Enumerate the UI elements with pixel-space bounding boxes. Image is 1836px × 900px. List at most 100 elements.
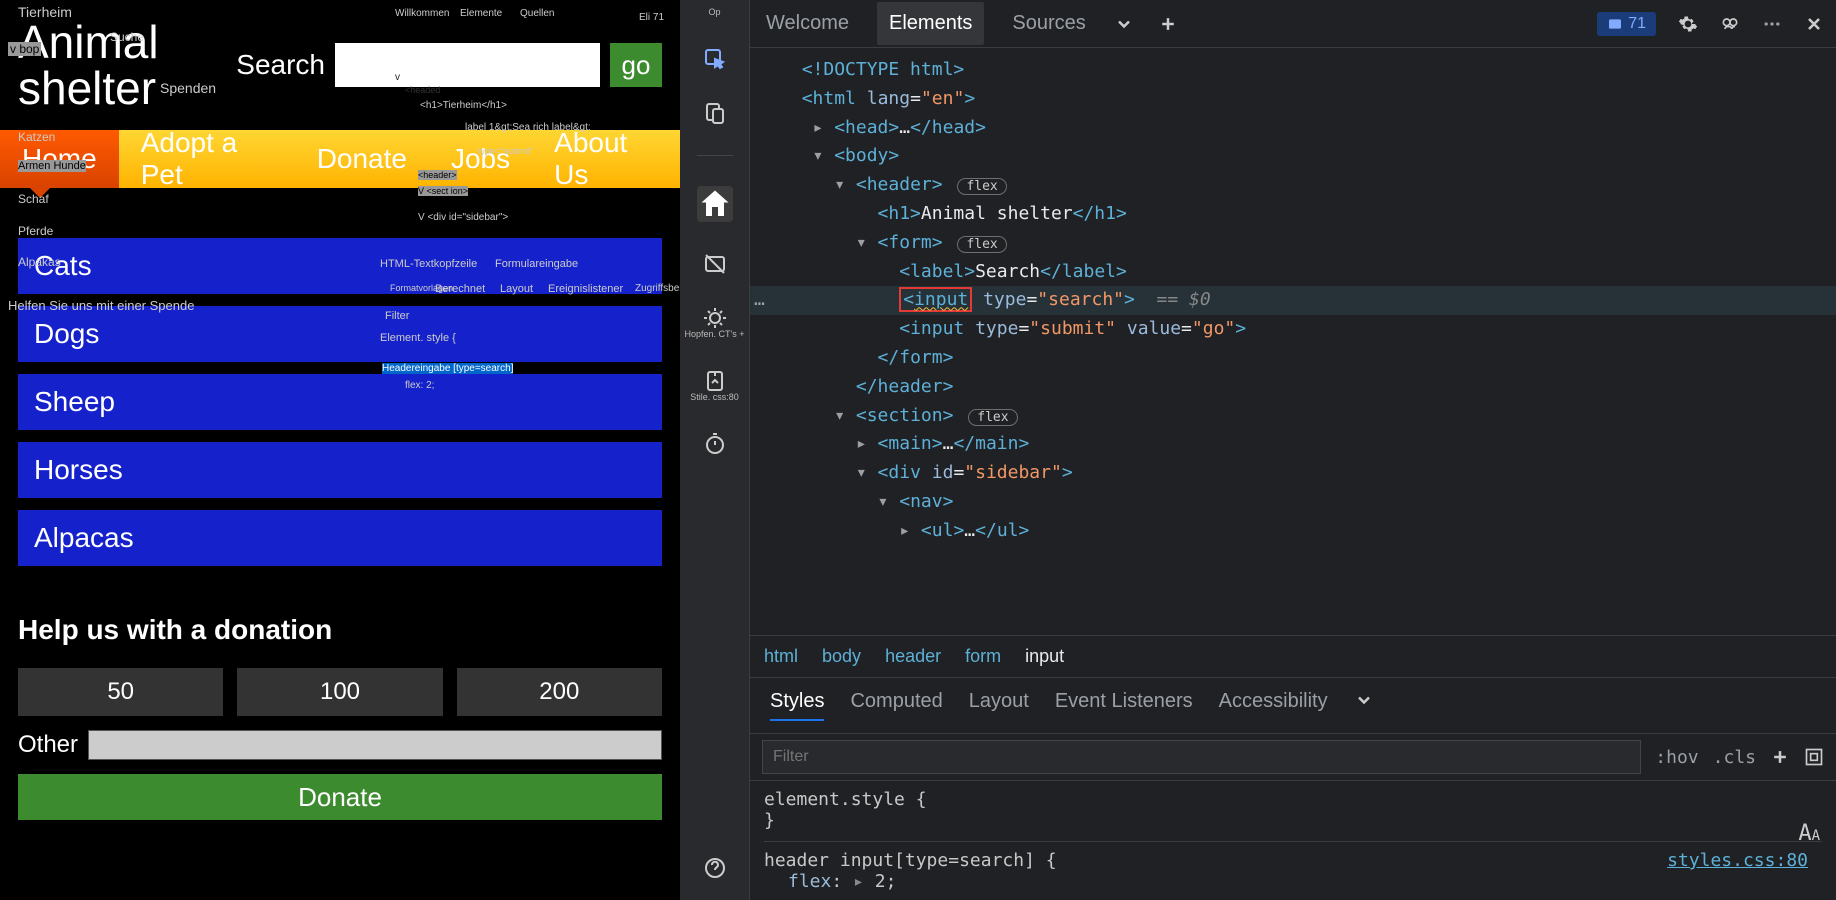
css-file-icon[interactable] (703, 369, 727, 393)
overlay-armen: Armen Hunde (18, 160, 86, 172)
inspect-icon[interactable] (703, 47, 727, 71)
more-tabs-icon[interactable] (1114, 14, 1134, 34)
feedback-icon[interactable] (1720, 14, 1740, 34)
donation-tier[interactable]: 50 (18, 668, 223, 716)
overlay-headerinput: Headereingabe [type=search] (382, 363, 513, 374)
donation-section: Help us with a donation 50 100 200 Other… (0, 596, 680, 838)
devtools-main: Welcome Elements Sources 71 <!DOCTYPE ht… (750, 0, 1836, 900)
crumb-body[interactable]: body (822, 646, 861, 667)
overlay-headed: <headed (405, 85, 440, 95)
overlay-vheader: <header> (418, 170, 457, 180)
overlay-midrow: Ereignislistener (548, 283, 623, 295)
stopwatch-icon[interactable] (703, 432, 727, 456)
nav-donate[interactable]: Donate (295, 130, 429, 188)
source-link[interactable]: styles.css:80 (1667, 850, 1808, 871)
search-label: Search (236, 49, 325, 81)
box-model-icon[interactable] (1804, 747, 1824, 767)
donation-tier[interactable]: 200 (457, 668, 662, 716)
gear-icon[interactable] (1678, 14, 1698, 34)
list-item[interactable]: Alpacas (18, 510, 662, 566)
tab-welcome[interactable]: Welcome (762, 2, 853, 45)
site-title: Animal shelter (18, 19, 196, 111)
tab-sources[interactable]: Sources (1008, 2, 1089, 45)
overlay-midrow: HTML-Textkopfzeile (380, 258, 477, 270)
dom-selected-line[interactable]: … <input type="search"> == $0 (750, 286, 1836, 315)
list-item[interactable]: Sheep (18, 374, 662, 430)
rule-selector: header input[type=search] { (764, 850, 1822, 871)
plus-icon[interactable] (1158, 14, 1178, 34)
donation-tier[interactable]: 100 (237, 668, 442, 716)
overlay-alpakas: Alpakas (18, 255, 61, 269)
main-nav: Home Adopt a Pet Donate Jobs About Us (0, 130, 680, 188)
search-go-button[interactable]: go (610, 43, 662, 87)
overlay-vdiv: V <div id="sidebar"> (418, 212, 508, 223)
crumb-form[interactable]: form (965, 646, 1001, 667)
donate-button[interactable]: Donate (18, 774, 662, 820)
overlay-spenden: Spenden (160, 80, 216, 96)
home-icon[interactable] (697, 186, 733, 222)
tab-elements[interactable]: Elements (877, 2, 984, 45)
crumb-header[interactable]: header (885, 646, 941, 667)
crumb-input[interactable]: input (1025, 646, 1064, 667)
more-tabs-icon[interactable] (1354, 690, 1374, 710)
help-icon[interactable] (703, 856, 727, 880)
overlay-label1: label 1&gt;Sea rich label&gt; (465, 122, 591, 133)
crumb-html[interactable]: html (764, 646, 798, 667)
overlay-h1: <h1>Tierheim</h1> (420, 100, 507, 111)
overlay-flex2: flex: 2; (405, 380, 434, 391)
tab-styles[interactable]: Styles (770, 690, 824, 721)
overlay-tab: Elemente (460, 8, 502, 19)
close-icon[interactable] (1804, 14, 1824, 34)
issues-count: 71 (1628, 15, 1646, 33)
devtools-activity-bar: Op Hopfen. CT's + Stile. css:80 (680, 0, 750, 900)
dom-doctype: <!DOCTYPE html> (802, 59, 965, 80)
overlay-pferde: Pferde (18, 224, 53, 238)
overlay-tab: Willkommen (395, 8, 449, 19)
styles-filter-input[interactable] (762, 740, 1641, 774)
nav-adopt[interactable]: Adopt a Pet (119, 130, 295, 188)
overlay-midrow: Zugriffsberechtigung... (635, 283, 680, 294)
breadcrumb: html body header form input (750, 635, 1836, 678)
overlay-eli: Eli 71 (639, 12, 664, 23)
other-amount-input[interactable] (88, 730, 662, 760)
devtools-tabs: Welcome Elements Sources 71 (750, 0, 1836, 48)
animals-list: Cats Dogs Sheep Horses Alpacas (0, 188, 680, 596)
search-input[interactable] (335, 43, 600, 87)
bug-icon[interactable] (703, 306, 727, 330)
overlay-filter: Filter (385, 310, 409, 322)
overlay-midrow: Formulareingabe (495, 258, 578, 270)
issues-badge[interactable]: 71 (1597, 12, 1656, 36)
overlay-vsection: V <sect ion> (418, 186, 468, 196)
tab-eventlisteners[interactable]: Event Listeners (1055, 690, 1193, 721)
list-item[interactable]: Dogs (18, 306, 662, 362)
overlay-input-v: v (395, 72, 400, 83)
list-item[interactable]: Horses (18, 442, 662, 498)
css-value: 2 (875, 871, 886, 892)
overlay-vbop: v bop (8, 42, 41, 56)
rendered-page-preview: Willkommen Elemente Quellen Eli 71 Tierh… (0, 0, 680, 900)
nav-about[interactable]: About Us (532, 130, 680, 188)
device-icon[interactable] (703, 101, 727, 125)
other-label: Other (18, 731, 78, 759)
more-icon[interactable] (1762, 14, 1782, 34)
tab-accessibility[interactable]: Accessibility (1219, 690, 1328, 721)
plus-icon[interactable] (1770, 747, 1790, 767)
overlay-midrow: Layout (500, 283, 533, 295)
donation-heading: Help us with a donation (18, 614, 662, 646)
overlay-midrow: Berechnet (435, 283, 485, 295)
overlay-suche: Suche (110, 30, 144, 44)
overlay-schaf: Schaf (18, 192, 49, 206)
element-style-open: element.style { (764, 789, 1822, 810)
disable-image-icon[interactable] (703, 252, 727, 276)
tab-computed[interactable]: Computed (850, 690, 942, 721)
cls-button[interactable]: .cls (1713, 747, 1756, 768)
css-prop: flex (788, 871, 831, 892)
sidebar-label: Stile. css:80 (690, 393, 739, 402)
hov-button[interactable]: :hov (1655, 747, 1698, 768)
dom-tree[interactable]: <!DOCTYPE html> <html lang="en"> ▸ <head… (750, 48, 1836, 635)
styles-filter-row: :hov .cls (750, 734, 1836, 781)
sidebar-label: Op (708, 8, 720, 17)
tab-layout[interactable]: Layout (969, 690, 1029, 721)
search-form: Search go (236, 43, 662, 87)
styles-body[interactable]: element.style { } AA styles.css:80 heade… (750, 781, 1836, 900)
